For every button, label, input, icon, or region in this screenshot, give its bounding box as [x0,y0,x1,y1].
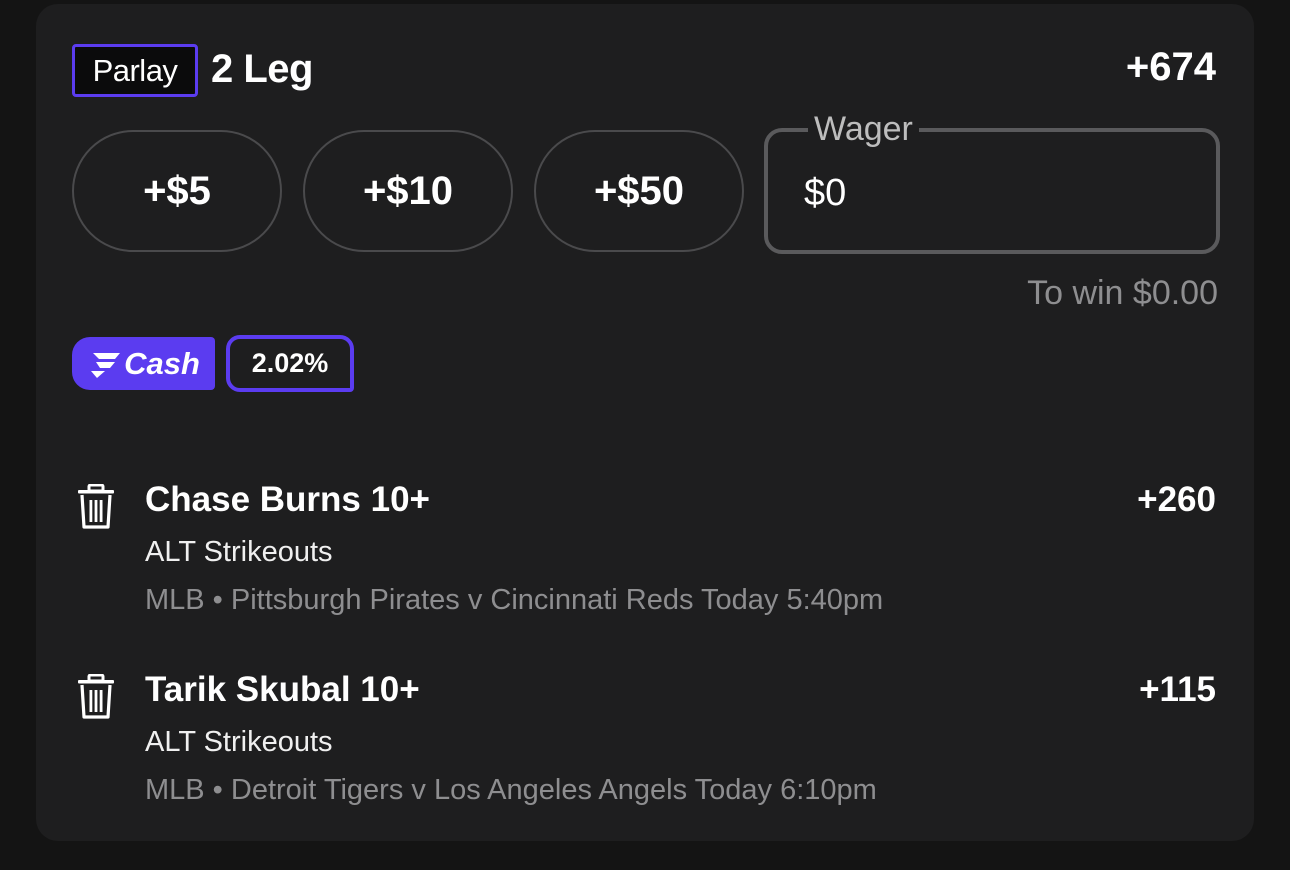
fanduel-f-icon [91,352,121,378]
fcash-badge[interactable]: Cash [72,337,215,390]
leg-count: 2 Leg [211,47,313,91]
leg-market: ALT Strikeouts [145,536,333,568]
to-win-amount: To win $0.00 [1027,274,1218,312]
leg-odds: +260 [1137,480,1216,519]
quick-wager-10-button[interactable]: +$10 [303,130,513,252]
trash-icon[interactable] [76,674,116,720]
leg-game-info: MLB • Detroit Tigers v Los Angeles Angel… [145,774,877,806]
leg-selection: Chase Burns 10+ [145,480,430,519]
wager-input[interactable]: Wager $0 [764,110,1220,254]
bet-type-badge: Parlay [72,44,198,97]
quick-wager-5-button[interactable]: +$5 [72,130,282,252]
leg-selection: Tarik Skubal 10+ [145,670,420,709]
wager-label: Wager [808,110,919,149]
quick-wager-50-button[interactable]: +$50 [534,130,744,252]
fcash-label: Cash [124,345,200,381]
cash-boost-percent: 2.02% [226,335,354,392]
leg-item: Tarik Skubal 10+ +115 ALT Strikeouts MLB… [72,670,1216,820]
total-odds: +674 [1125,45,1216,89]
trash-icon[interactable] [76,484,116,530]
wager-value[interactable]: $0 [804,172,846,215]
bet-slip-card: Parlay 2 Leg +674 +$5 +$10 +$50 Wager $0… [36,4,1254,841]
leg-game-info: MLB • Pittsburgh Pirates v Cincinnati Re… [145,584,884,616]
leg-item: Chase Burns 10+ +260 ALT Strikeouts MLB … [72,480,1216,630]
leg-market: ALT Strikeouts [145,726,333,758]
slip-header: Parlay 2 Leg +674 [72,40,1216,100]
leg-odds: +115 [1139,670,1216,709]
